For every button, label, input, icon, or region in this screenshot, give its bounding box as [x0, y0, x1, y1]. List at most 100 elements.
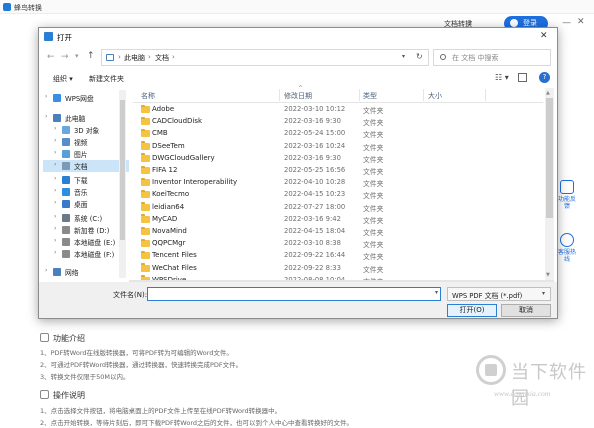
expand-chevron-icon[interactable]: ›: [54, 149, 56, 156]
file-list-scrollbar-thumb[interactable]: [546, 98, 553, 218]
expand-chevron-icon[interactable]: ›: [54, 213, 56, 220]
nav-item-label: 桌面: [74, 201, 88, 209]
file-row[interactable]: WeChat Files 2022-09-22 8:33 文件夹: [133, 263, 543, 274]
expand-chevron-icon[interactable]: ›: [54, 225, 56, 232]
file-row[interactable]: Adobe 2022-03-10 10:12 文件夹: [133, 105, 543, 115]
hotline-label[interactable]: 客服热线: [556, 249, 578, 263]
file-row[interactable]: DSeeTem 2022-03-16 10:24 文件夹: [133, 141, 543, 152]
nav-item[interactable]: › 本地磁盘 (F:): [43, 248, 129, 260]
search-box[interactable]: [433, 49, 551, 66]
file-row[interactable]: NovaMind 2022-04-15 18:04 文件夹: [133, 226, 543, 237]
cancel-button[interactable]: 取消: [501, 304, 551, 317]
column-header-size[interactable]: 大小: [428, 91, 442, 101]
file-name: DWGCloudGallery: [152, 153, 215, 162]
file-modified-date: 2022-04-15 10:23: [284, 190, 346, 199]
search-input[interactable]: [452, 51, 548, 64]
expand-chevron-icon[interactable]: ›: [54, 161, 56, 168]
nav-item[interactable]: › 桌面: [43, 198, 129, 210]
nav-item[interactable]: › 音乐: [43, 186, 129, 198]
file-row[interactable]: Tencent Files 2022-09-22 16:44 文件夹: [133, 250, 543, 261]
file-row[interactable]: DWGCloudGallery 2022-03-16 9:30 文件夹: [133, 153, 543, 164]
help-icon[interactable]: ?: [539, 72, 550, 83]
breadcrumb-this-pc[interactable]: 此电脑: [124, 53, 145, 63]
file-row[interactable]: Inventor Interoperability 2022-04-10 10:2…: [133, 177, 543, 188]
nav-item[interactable]: › 视频: [43, 136, 129, 148]
column-divider[interactable]: [359, 89, 360, 101]
feedback-label[interactable]: 功能反馈: [556, 196, 578, 210]
expand-chevron-icon[interactable]: ›: [54, 187, 56, 194]
column-divider[interactable]: [485, 89, 486, 101]
address-dropdown-icon[interactable]: ▾: [402, 53, 405, 60]
forward-arrow-icon[interactable]: →: [61, 52, 69, 62]
close-icon[interactable]: ✕: [577, 17, 585, 27]
expand-chevron-icon[interactable]: ›: [54, 237, 56, 244]
nav-item[interactable]: › 网络: [43, 266, 129, 278]
view-options-icon[interactable]: ☷ ▾: [495, 73, 509, 82]
scroll-up-icon[interactable]: ▲: [546, 90, 550, 96]
nav-item-label: 视频: [74, 139, 88, 147]
chevron-down-icon[interactable]: ▾: [469, 19, 472, 26]
back-arrow-icon[interactable]: ←: [47, 52, 55, 62]
refresh-icon[interactable]: ↻: [416, 52, 423, 61]
open-button[interactable]: 打开(O): [447, 304, 497, 317]
column-header-name[interactable]: 名称: [141, 91, 155, 101]
file-type-select[interactable]: WPS PDF 文档 (*.pdf) ▾: [447, 287, 551, 301]
filename-dropdown-icon[interactable]: ▾: [435, 289, 438, 296]
feedback-icon[interactable]: [560, 180, 574, 194]
breadcrumb-separator-icon[interactable]: ›: [148, 53, 151, 61]
minimize-icon[interactable]: —: [562, 18, 571, 28]
app-window: 蜂鸟转换 文档转换 ▾ 登录 — ✕ 功能反馈 客服热线 功能介绍 1、PDF转…: [0, 0, 594, 428]
file-row[interactable]: CADCloudDisk 2022-03-16 9:30 文件夹: [133, 116, 543, 127]
nav-item[interactable]: › 此电脑: [43, 112, 129, 124]
file-name: MyCAD: [152, 214, 178, 223]
scroll-down-icon[interactable]: ▼: [546, 272, 550, 278]
dialog-footer: 文件名(N): ▾ WPS PDF 文档 (*.pdf) ▾ 打开(O) 取消: [39, 282, 557, 318]
nav-item-icon: [53, 114, 61, 122]
nav-item[interactable]: › 新加卷 (D:): [43, 224, 129, 236]
file-row[interactable]: QQPCMgr 2022-03-10 8:38 文件夹: [133, 238, 543, 249]
preview-pane-icon[interactable]: [518, 73, 527, 82]
column-divider[interactable]: [423, 89, 424, 101]
expand-chevron-icon[interactable]: ›: [54, 249, 56, 256]
expand-chevron-icon[interactable]: ›: [54, 175, 56, 182]
nav-item-icon: [62, 150, 70, 158]
file-row[interactable]: KoeiTecmo 2022-04-15 10:23 文件夹: [133, 189, 543, 200]
file-row[interactable]: MyCAD 2022-03-16 9:42 文件夹: [133, 214, 543, 225]
nav-item[interactable]: › 系统 (C:): [43, 212, 129, 224]
expand-chevron-icon[interactable]: ›: [54, 199, 56, 206]
dialog-close-icon[interactable]: ✕: [540, 31, 548, 41]
file-modified-date: 2022-03-16 10:24: [284, 141, 346, 150]
nav-item[interactable]: › 图片: [43, 148, 129, 160]
hotline-icon[interactable]: [560, 233, 574, 247]
expand-chevron-icon[interactable]: ›: [54, 137, 56, 144]
filename-input[interactable]: [147, 287, 441, 301]
new-folder-button[interactable]: 新建文件夹: [89, 74, 124, 84]
expand-chevron-icon[interactable]: ›: [54, 125, 56, 132]
column-header-type[interactable]: 类型: [363, 91, 377, 101]
breadcrumb-separator-icon[interactable]: ›: [172, 53, 175, 61]
nav-item[interactable]: › 下载: [43, 174, 129, 186]
up-arrow-icon[interactable]: ↑: [87, 51, 95, 61]
recent-locations-chevron-icon[interactable]: ▾: [75, 52, 79, 60]
nav-item[interactable]: › WPS网盘: [43, 92, 129, 104]
column-header-date[interactable]: 修改日期: [284, 91, 312, 101]
folder-icon: [141, 165, 150, 174]
nav-pane-scrollbar-thumb[interactable]: [120, 100, 125, 240]
expand-chevron-icon[interactable]: ›: [45, 267, 47, 274]
organize-button[interactable]: 组织 ▾: [53, 74, 73, 84]
nav-item[interactable]: › 3D 对象: [43, 124, 129, 136]
breadcrumb-documents[interactable]: 文档: [155, 53, 169, 63]
nav-item[interactable]: › 本地磁盘 (E:): [43, 236, 129, 248]
file-row[interactable]: leidian64 2022-07-27 18:00 文件夹: [133, 202, 543, 213]
expand-chevron-icon[interactable]: ›: [45, 113, 47, 120]
app-titlebar: [0, 0, 594, 14]
folder-icon: [141, 250, 150, 260]
file-row[interactable]: CMB 2022-05-24 15:00 文件夹: [133, 128, 543, 139]
expand-chevron-icon[interactable]: ›: [45, 93, 47, 100]
breadcrumb-separator-icon[interactable]: ›: [118, 53, 121, 61]
file-row[interactable]: FIFA 12 2022-05-25 16:56 文件夹: [133, 165, 543, 176]
nav-item-icon: [62, 138, 70, 146]
column-divider[interactable]: [279, 89, 280, 101]
nav-item[interactable]: › 文档: [43, 160, 129, 172]
address-bar[interactable]: › 此电脑 › 文档 › ▾ ↻: [101, 49, 429, 66]
